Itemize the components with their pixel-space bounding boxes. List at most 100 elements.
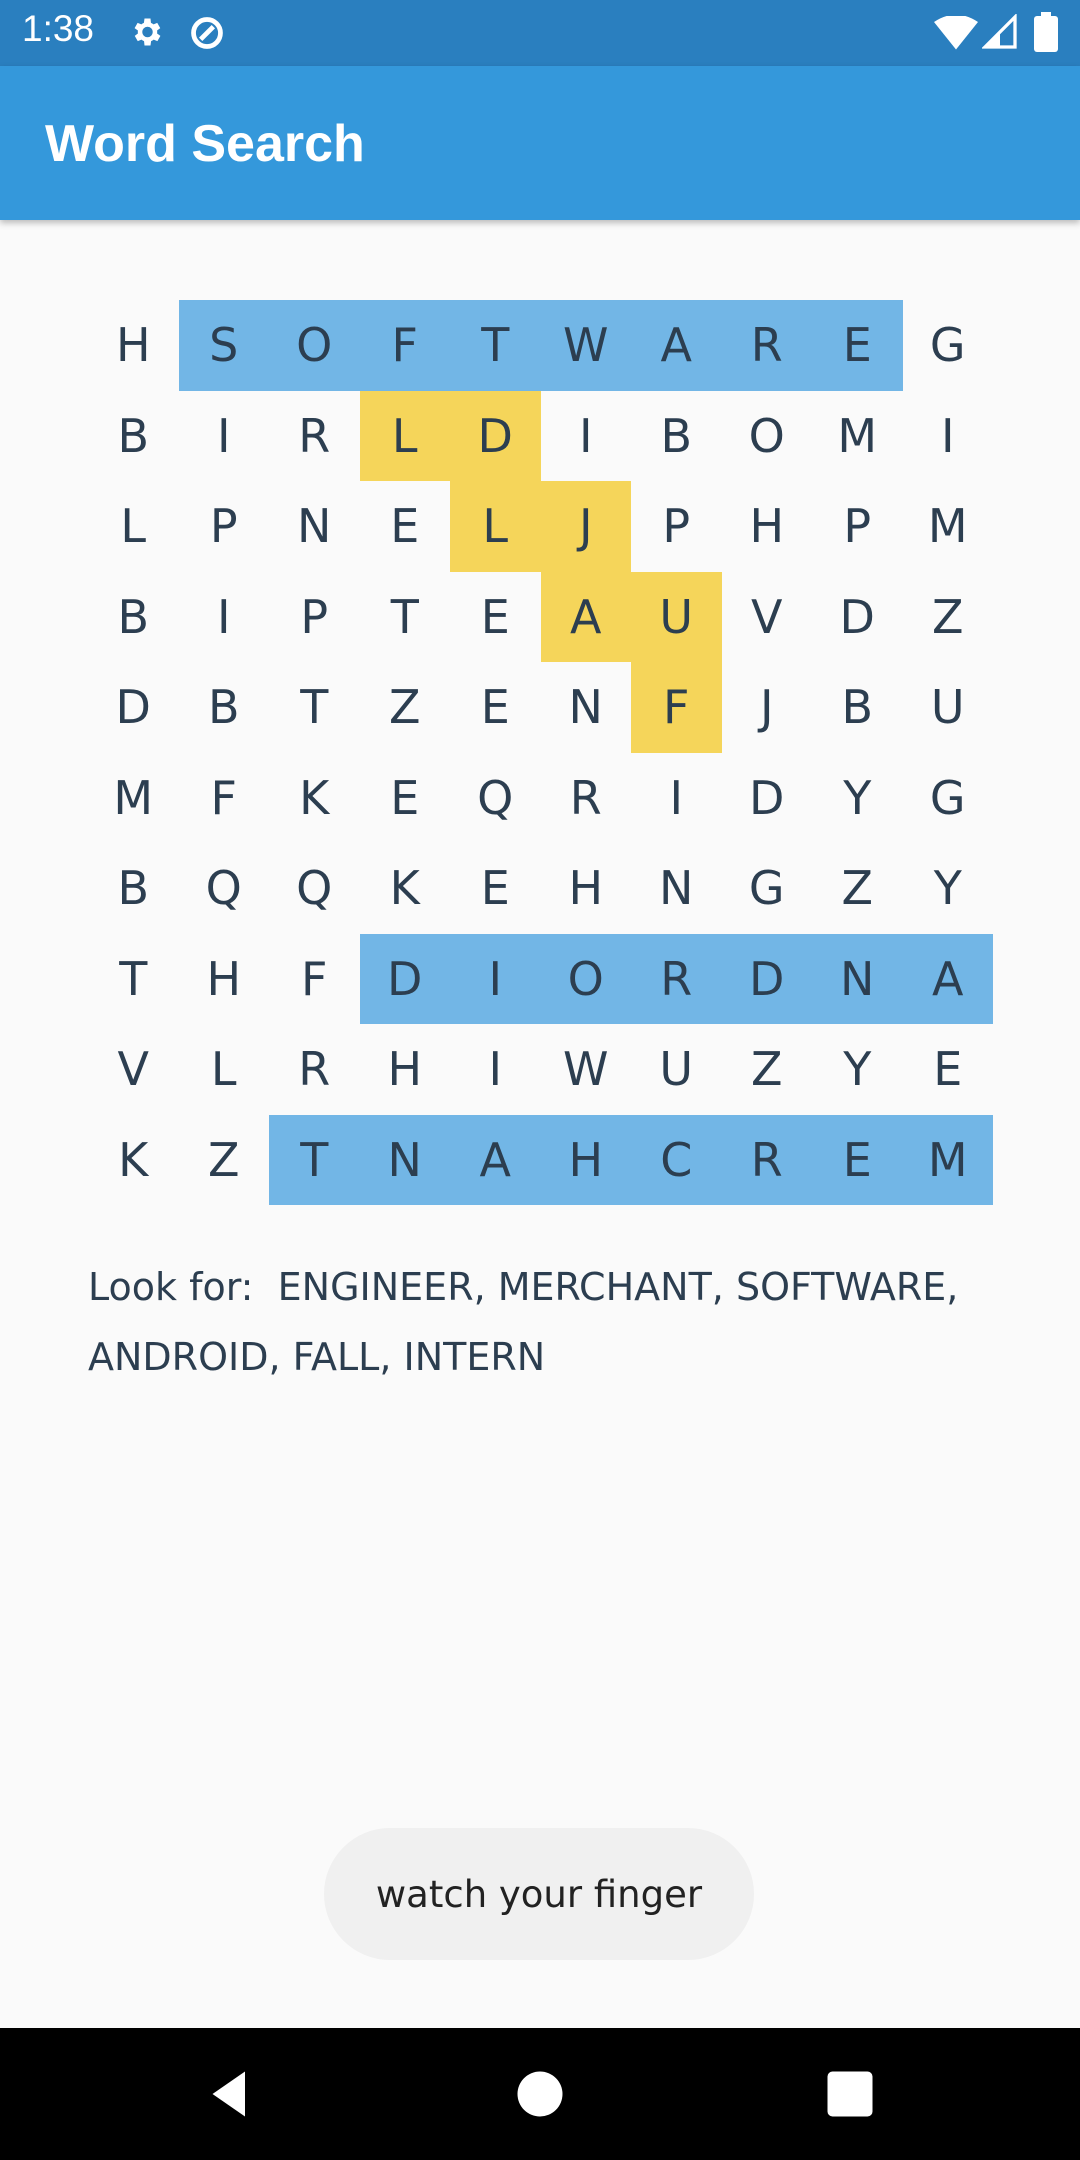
grid-letter[interactable]: O <box>722 391 813 482</box>
grid-letter[interactable]: V <box>722 572 813 663</box>
grid-letter[interactable]: Y <box>812 753 903 844</box>
grid-letter[interactable]: N <box>269 481 360 572</box>
grid-letter[interactable]: P <box>631 481 722 572</box>
grid-letter[interactable]: P <box>269 572 360 663</box>
grid-letter[interactable]: N <box>812 934 903 1025</box>
grid-letter[interactable]: E <box>360 753 451 844</box>
grid-letter[interactable]: E <box>450 572 541 663</box>
grid-letter[interactable]: H <box>360 1024 451 1115</box>
grid-letter[interactable]: D <box>722 934 813 1025</box>
grid-letter[interactable]: T <box>450 300 541 391</box>
grid-letter[interactable]: O <box>269 300 360 391</box>
grid-letter[interactable]: E <box>450 843 541 934</box>
grid-letter[interactable]: U <box>631 572 722 663</box>
grid-letter[interactable]: B <box>88 391 179 482</box>
grid-letter[interactable]: D <box>450 391 541 482</box>
grid-letter[interactable]: Z <box>722 1024 813 1115</box>
grid-letter[interactable]: R <box>269 391 360 482</box>
grid-letter[interactable]: W <box>541 300 632 391</box>
grid-letter[interactable]: T <box>360 572 451 663</box>
grid-letter[interactable]: M <box>903 481 994 572</box>
grid-letter[interactable]: Q <box>179 843 270 934</box>
grid-letter[interactable]: B <box>812 662 903 753</box>
grid-letter[interactable]: I <box>450 934 541 1025</box>
grid-letter[interactable]: J <box>541 481 632 572</box>
grid-letter[interactable]: R <box>722 300 813 391</box>
grid-letter[interactable]: R <box>631 934 722 1025</box>
grid-letter[interactable]: Z <box>903 572 994 663</box>
grid-letter[interactable]: H <box>541 843 632 934</box>
grid-letter[interactable]: T <box>269 1115 360 1206</box>
grid-letter[interactable]: E <box>450 662 541 753</box>
grid-letter[interactable]: P <box>179 481 270 572</box>
grid-letter[interactable]: T <box>88 934 179 1025</box>
grid-letter[interactable]: W <box>541 1024 632 1115</box>
grid-letter[interactable]: F <box>269 934 360 1025</box>
grid-letter[interactable]: E <box>812 300 903 391</box>
grid-letter[interactable]: I <box>541 391 632 482</box>
grid-letter[interactable]: E <box>903 1024 994 1115</box>
grid-letter[interactable]: Q <box>269 843 360 934</box>
grid-letter[interactable]: E <box>812 1115 903 1206</box>
grid-letter[interactable]: B <box>631 391 722 482</box>
back-icon[interactable] <box>200 2064 260 2124</box>
grid-letter[interactable]: M <box>903 1115 994 1206</box>
grid-letter[interactable]: M <box>812 391 903 482</box>
grid-letter[interactable]: V <box>88 1024 179 1115</box>
grid-letter[interactable]: K <box>88 1115 179 1206</box>
grid-letter[interactable]: Y <box>812 1024 903 1115</box>
grid-letter[interactable]: D <box>88 662 179 753</box>
grid-letter[interactable]: I <box>179 572 270 663</box>
grid-letter[interactable]: A <box>631 300 722 391</box>
grid-letter[interactable]: Z <box>179 1115 270 1206</box>
word-grid[interactable]: HSOFTWAREGBIRLDIBOMILPNELJPHPMBIPTEAUVDZ… <box>88 300 993 1205</box>
grid-letter[interactable]: H <box>722 481 813 572</box>
grid-letter[interactable]: D <box>812 572 903 663</box>
grid-letter[interactable]: I <box>631 753 722 844</box>
grid-letter[interactable]: N <box>631 843 722 934</box>
grid-letter[interactable]: A <box>541 572 632 663</box>
grid-letter[interactable]: I <box>903 391 994 482</box>
grid-letter[interactable]: B <box>88 572 179 663</box>
grid-letter[interactable]: Z <box>812 843 903 934</box>
grid-letter[interactable]: L <box>450 481 541 572</box>
grid-letter[interactable]: N <box>541 662 632 753</box>
grid-letter[interactable]: C <box>631 1115 722 1206</box>
grid-letter[interactable]: F <box>179 753 270 844</box>
grid-letter[interactable]: H <box>88 300 179 391</box>
grid-letter[interactable]: L <box>88 481 179 572</box>
grid-letter[interactable]: R <box>269 1024 360 1115</box>
grid-letter[interactable]: K <box>269 753 360 844</box>
grid-letter[interactable]: T <box>269 662 360 753</box>
grid-letter[interactable]: N <box>360 1115 451 1206</box>
grid-letter[interactable]: A <box>450 1115 541 1206</box>
grid-letter[interactable]: D <box>722 753 813 844</box>
home-icon[interactable] <box>510 2064 570 2124</box>
grid-letter[interactable]: S <box>179 300 270 391</box>
grid-letter[interactable]: G <box>903 300 994 391</box>
grid-letter[interactable]: I <box>450 1024 541 1115</box>
grid-letter[interactable]: G <box>903 753 994 844</box>
grid-letter[interactable]: O <box>541 934 632 1025</box>
grid-letter[interactable]: B <box>179 662 270 753</box>
grid-letter[interactable]: F <box>631 662 722 753</box>
grid-letter[interactable]: G <box>722 843 813 934</box>
grid-letter[interactable]: K <box>360 843 451 934</box>
grid-letter[interactable]: J <box>722 662 813 753</box>
grid-letter[interactable]: U <box>903 662 994 753</box>
grid-letter[interactable]: H <box>541 1115 632 1206</box>
grid-letter[interactable]: D <box>360 934 451 1025</box>
grid-letter[interactable]: U <box>631 1024 722 1115</box>
grid-letter[interactable]: L <box>179 1024 270 1115</box>
grid-letter[interactable]: P <box>812 481 903 572</box>
grid-letter[interactable]: I <box>179 391 270 482</box>
grid-letter[interactable]: A <box>903 934 994 1025</box>
grid-letter[interactable]: F <box>360 300 451 391</box>
grid-letter[interactable]: Z <box>360 662 451 753</box>
grid-letter[interactable]: R <box>722 1115 813 1206</box>
grid-letter[interactable]: H <box>179 934 270 1025</box>
grid-letter[interactable]: Q <box>450 753 541 844</box>
grid-letter[interactable]: E <box>360 481 451 572</box>
grid-letter[interactable]: L <box>360 391 451 482</box>
grid-letter[interactable]: M <box>88 753 179 844</box>
